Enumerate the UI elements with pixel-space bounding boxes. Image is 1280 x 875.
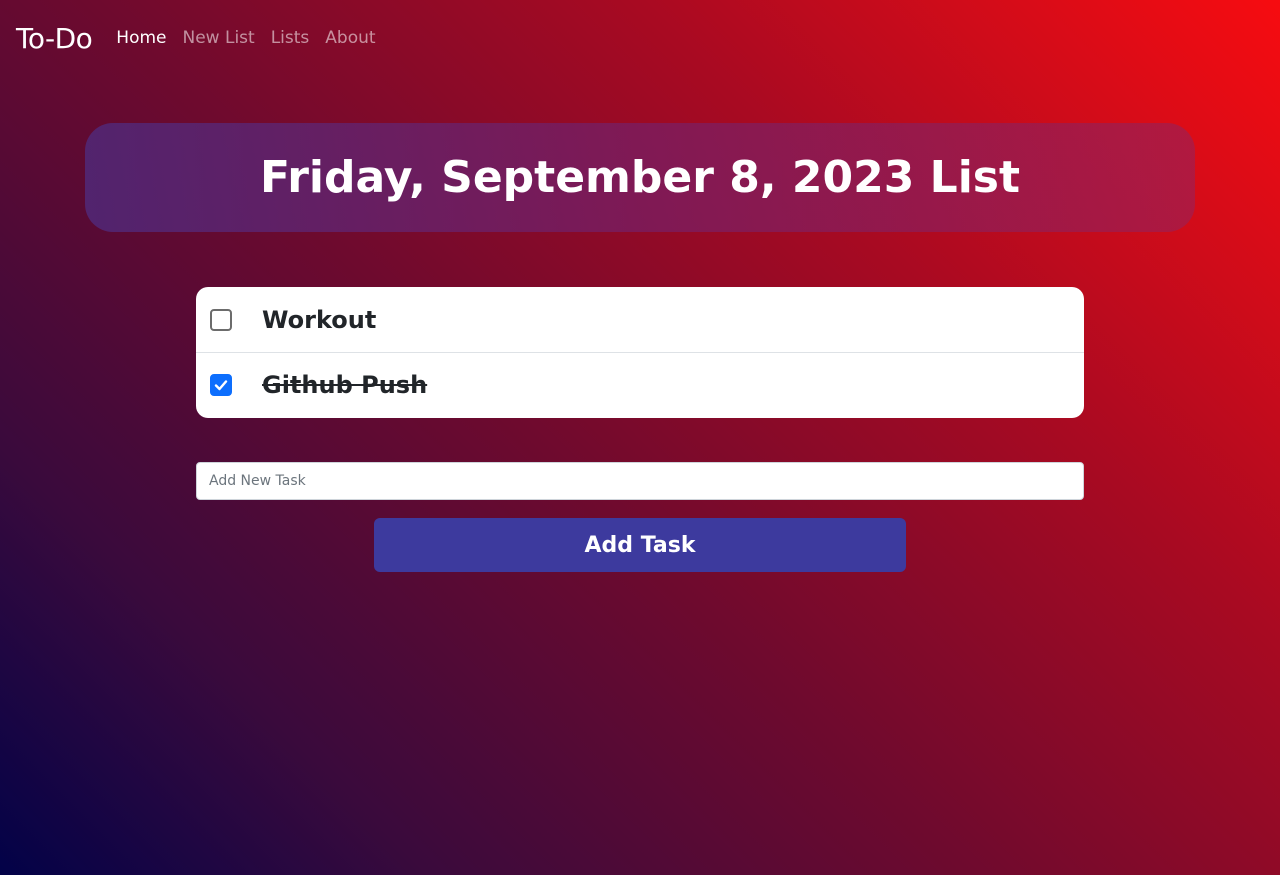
task-label: Workout — [262, 305, 377, 334]
add-task-button[interactable]: Add Task — [374, 518, 906, 572]
checkmark-icon — [214, 380, 228, 391]
title-banner: Friday, September 8, 2023 List — [85, 123, 1195, 232]
nav-link-about[interactable]: About — [325, 28, 375, 48]
brand-logo[interactable]: To-Do — [16, 22, 93, 55]
nav-link-lists[interactable]: Lists — [271, 28, 310, 48]
page-title: Friday, September 8, 2023 List — [259, 152, 1021, 203]
task-checkbox[interactable] — [210, 308, 232, 331]
nav-link-new-list[interactable]: New List — [183, 28, 255, 48]
task-row: Workout — [196, 287, 1084, 352]
add-task-input[interactable] — [196, 462, 1084, 500]
task-label: Github Push — [262, 371, 428, 399]
task-row: Github Push — [196, 352, 1084, 417]
task-checkbox[interactable] — [210, 374, 232, 396]
nav-link-home[interactable]: Home — [116, 28, 166, 48]
task-list: Workout Github Push — [196, 287, 1084, 418]
navbar: To-Do Home New List Lists About — [16, 18, 392, 58]
